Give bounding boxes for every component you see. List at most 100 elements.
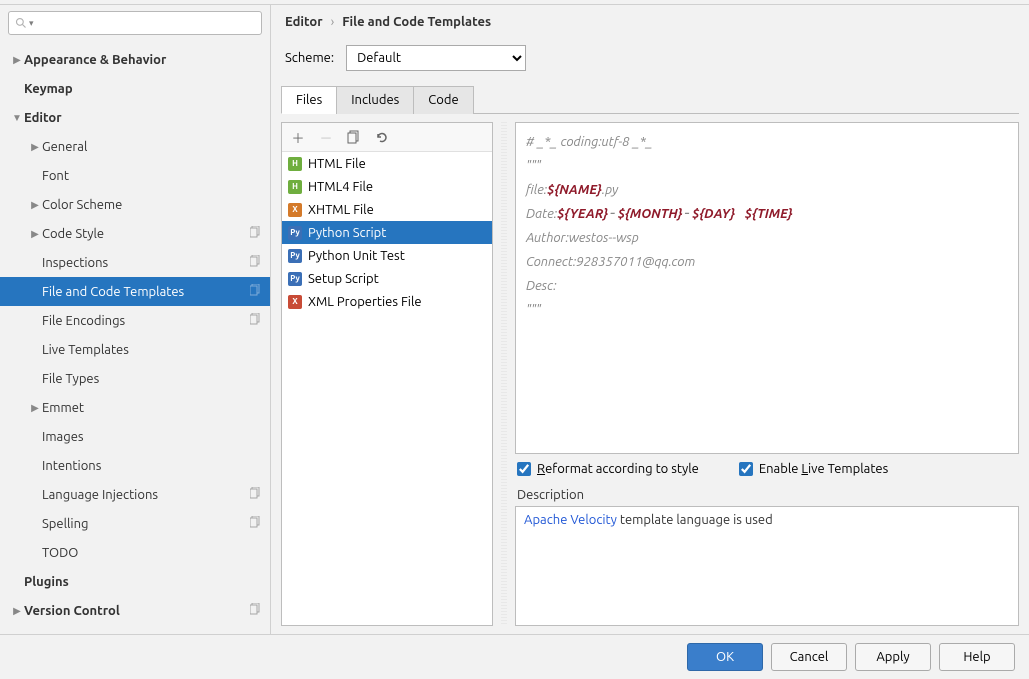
- ok-button[interactable]: OK: [687, 643, 763, 671]
- scheme-label: Scheme:: [285, 51, 334, 65]
- template-item-html-file[interactable]: HHTML File: [282, 152, 492, 175]
- tab-code[interactable]: Code: [413, 86, 473, 114]
- scheme-override-icon: [250, 226, 262, 241]
- chevron-right-icon: ▶: [10, 54, 24, 66]
- chevron-right-icon: ▶: [28, 199, 42, 211]
- sidebar-item-file-types[interactable]: File Types: [0, 364, 270, 393]
- reformat-checkbox[interactable]: Reformat according to style: [517, 462, 699, 476]
- search-input[interactable]: [38, 16, 255, 30]
- template-editor[interactable]: # _*_ coding:utf-8 _*_ """ file:${NAME}.…: [515, 122, 1019, 454]
- breadcrumb: Editor › File and Code Templates: [271, 5, 1029, 39]
- template-item-python-unit-test[interactable]: Py Python Unit Test: [282, 244, 492, 267]
- sidebar-item-code-style[interactable]: ▶Code Style: [0, 219, 270, 248]
- sidebar-item-inspections[interactable]: Inspections: [0, 248, 270, 277]
- template-item-label: XHTML File: [308, 203, 374, 217]
- sidebar-item-appearance-behavior[interactable]: ▶Appearance & Behavior: [0, 45, 270, 74]
- template-item-label: Python Script: [308, 226, 386, 240]
- sidebar-item-label: Plugins: [24, 575, 262, 589]
- splitter[interactable]: [501, 122, 507, 626]
- sidebar-item-spelling[interactable]: Spelling: [0, 509, 270, 538]
- sidebar-item-label: Images: [42, 430, 262, 444]
- template-list: HHTML FileHHTML4 FileXXHTML FilePyPython…: [282, 152, 492, 625]
- sidebar-item-label: Intentions: [42, 459, 262, 473]
- revert-button[interactable]: [374, 129, 390, 145]
- sidebar-item-label: File Types: [42, 372, 262, 386]
- live-templates-checkbox-input[interactable]: [739, 462, 753, 476]
- scheme-override-icon: [250, 313, 262, 328]
- title-bar: Settings: [0, 0, 1029, 4]
- breadcrumb-separator: ›: [331, 15, 335, 29]
- template-toolbar: ＋ －: [282, 123, 492, 152]
- sidebar-item-label: Emmet: [42, 401, 262, 415]
- file-type-icon: Py: [288, 249, 302, 263]
- chevron-right-icon: ▶: [10, 605, 24, 617]
- sidebar-item-label: Keymap: [24, 82, 262, 96]
- scheme-select[interactable]: Default: [346, 45, 526, 71]
- sidebar-item-label: Inspections: [42, 256, 250, 270]
- sidebar-item-label: Live Templates: [42, 343, 262, 357]
- sidebar-item-label: Appearance & Behavior: [24, 53, 262, 67]
- template-item-xhtml-file[interactable]: X XHTML File: [282, 198, 492, 221]
- sidebar-item-label: TODO: [42, 546, 262, 560]
- apply-button[interactable]: Apply: [855, 643, 931, 671]
- tab-files[interactable]: Files: [281, 86, 337, 114]
- sidebar-item-intentions[interactable]: Intentions: [0, 451, 270, 480]
- help-button[interactable]: Help: [939, 643, 1015, 671]
- cancel-button[interactable]: Cancel: [771, 643, 847, 671]
- sidebar-item-label: General: [42, 140, 262, 154]
- sidebar-item-editor[interactable]: ▼Editor: [0, 103, 270, 132]
- sidebar-item-keymap[interactable]: Keymap: [0, 74, 270, 103]
- sidebar-item-color-scheme[interactable]: ▶Color Scheme: [0, 190, 270, 219]
- description-box: Apache Velocity template language is use…: [515, 506, 1019, 626]
- tab-includes[interactable]: Includes: [336, 86, 414, 114]
- remove-button: －: [318, 129, 334, 145]
- chevron-down-icon: ▼: [10, 112, 24, 124]
- file-type-icon: X: [288, 295, 302, 309]
- search-dropdown-icon[interactable]: ▾: [29, 18, 34, 29]
- sidebar-item-emmet[interactable]: ▶Emmet: [0, 393, 270, 422]
- template-item-label: HTML4 File: [308, 180, 373, 194]
- template-item-python-script[interactable]: PyPython Script: [282, 221, 492, 244]
- sidebar-item-label: File Encodings: [42, 314, 250, 328]
- sidebar-item-font[interactable]: Font: [0, 161, 270, 190]
- sidebar-item-plugins[interactable]: Plugins: [0, 567, 270, 596]
- sidebar-item-general[interactable]: ▶General: [0, 132, 270, 161]
- sidebar-item-version-control[interactable]: ▶Version Control: [0, 596, 270, 625]
- breadcrumb-leaf: File and Code Templates: [342, 15, 491, 29]
- sidebar-item-images[interactable]: Images: [0, 422, 270, 451]
- sidebar-item-live-templates[interactable]: Live Templates: [0, 335, 270, 364]
- live-templates-checkbox[interactable]: Enable Live Templates: [739, 462, 888, 476]
- copy-button[interactable]: [346, 129, 362, 145]
- template-item-label: XML Properties File: [308, 295, 422, 309]
- scheme-override-icon: [250, 284, 262, 299]
- file-type-icon: Py: [288, 272, 302, 286]
- template-item-html4-file[interactable]: H HTML4 File: [282, 175, 492, 198]
- sidebar-item-file-and-code-templates[interactable]: File and Code Templates: [0, 277, 270, 306]
- scheme-override-icon: [250, 255, 262, 270]
- settings-sidebar: ▾ ▶Appearance & BehaviorKeymap▼Editor▶Ge…: [0, 5, 271, 634]
- apache-velocity-link[interactable]: Apache Velocity: [524, 513, 617, 527]
- template-item-xml-properties-file[interactable]: X XML Properties File: [282, 290, 492, 313]
- file-type-icon: H: [288, 180, 302, 194]
- sidebar-item-label: Editor: [24, 111, 262, 125]
- template-item-setup-script[interactable]: Py Setup Script: [282, 267, 492, 290]
- sidebar-item-label: Font: [42, 169, 262, 183]
- template-list-panel: ＋ － HHTML FileHHTML4 FileXXHTML FilePyPy…: [281, 122, 493, 626]
- sidebar-item-language-injections[interactable]: Language Injections: [0, 480, 270, 509]
- chevron-right-icon: ▶: [28, 228, 42, 240]
- template-item-label: Setup Script: [308, 272, 379, 286]
- reformat-checkbox-input[interactable]: [517, 462, 531, 476]
- sidebar-item-label: Version Control: [24, 604, 250, 618]
- sidebar-item-label: Code Style: [42, 227, 250, 241]
- dialog-footer: OK Cancel Apply Help: [0, 634, 1029, 679]
- search-box[interactable]: ▾: [8, 11, 262, 35]
- template-item-label: Python Unit Test: [308, 249, 405, 263]
- chevron-right-icon: ▶: [28, 141, 42, 153]
- description-label: Description: [515, 484, 1019, 506]
- sidebar-item-file-encodings[interactable]: File Encodings: [0, 306, 270, 335]
- breadcrumb-root[interactable]: Editor: [285, 15, 323, 29]
- sidebar-item-todo[interactable]: TODO: [0, 538, 270, 567]
- chevron-right-icon: ▶: [28, 402, 42, 414]
- file-type-icon: X: [288, 203, 302, 217]
- add-button[interactable]: ＋: [290, 129, 306, 145]
